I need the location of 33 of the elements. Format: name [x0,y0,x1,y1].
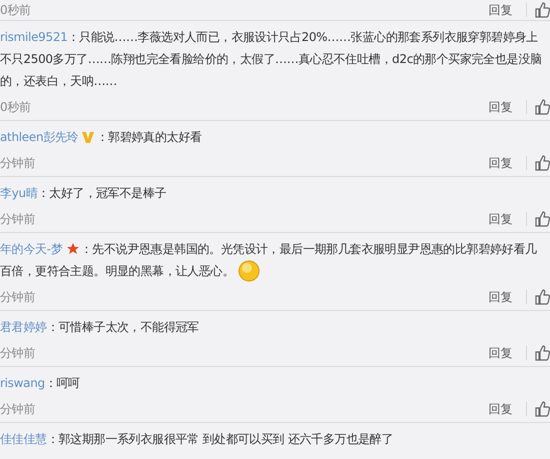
comment-text: ：太好了，冠军不是棒子 [38,185,166,202]
reply-link[interactable]: 回复 [488,344,512,362]
star-icon [66,242,80,256]
comment-text: ：只能说……李薇选对人而已，衣服设计只占20%……张蓝心的那套系列衣服穿郭碧婷身上 [68,29,538,46]
comment-text: ：可惜棒子太次，不能得冠军 [46,319,199,336]
timestamp: 分钟前 [0,344,36,362]
comment-text: 不只2500多万了……陈翔也完全看脸给价的，太假了……真心忍不住吐槽，d2c的那个买家完全也是没脑 [0,51,542,68]
timestamp: 分钟前 [0,154,36,172]
thumbs-up-icon[interactable] [534,289,550,305]
reply-link[interactable]: 回复 [488,2,512,18]
comment-text: ：呵呵 [44,375,80,392]
reply-link[interactable]: 回复 [488,210,512,228]
thumbs-up-icon[interactable] [534,345,550,361]
comment-text: ：先不说尹恩惠是韩国的。光凭设计，最后一期那几套衣服明显尹恩惠的比郭碧婷好看几 [80,241,537,258]
thumbs-up-icon[interactable] [534,2,550,18]
thumbs-up-icon[interactable] [534,155,550,171]
vip-badge-icon [81,130,96,144]
thumbs-up-icon[interactable] [534,99,550,115]
reply-link[interactable]: 回复 [488,98,512,116]
timestamp: 0秒前 [0,98,32,116]
thumbs-up-icon[interactable] [534,211,550,227]
comment-text: ：郭碧婷真的太好看 [96,129,202,146]
timestamp: 分钟前 [0,210,36,228]
comment-text: 百倍，更符合主题。明显的黑幕，让人恶心。 [0,263,234,280]
reply-link[interactable]: 回复 [488,400,512,418]
reply-link[interactable]: 回复 [488,288,512,306]
thumbs-up-icon[interactable] [534,401,550,417]
timestamp: 0秒前 [0,2,32,18]
comment-text: ：郭这期那一系列衣服很平常 到处都可以买到 还六千多万也是醉了 [46,431,394,448]
reply-link[interactable]: 回复 [488,154,512,172]
timestamp: 分钟前 [0,288,36,306]
timestamp: 分钟前 [0,400,36,418]
comment-text: 的，还表白，天呐…… [0,73,118,90]
